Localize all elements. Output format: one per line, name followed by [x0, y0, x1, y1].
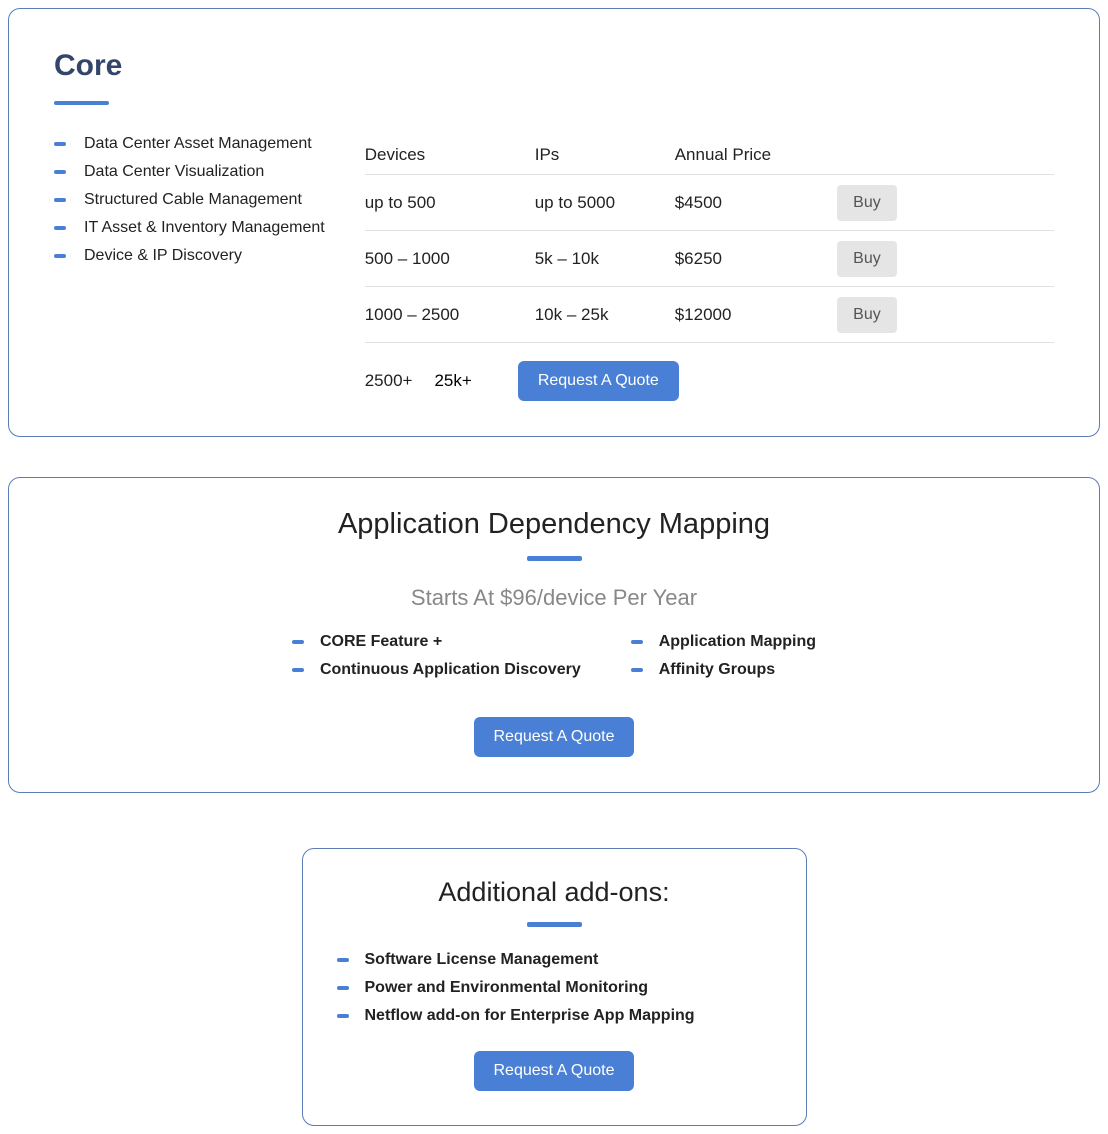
dash-icon: [337, 986, 349, 990]
col-price-header: Annual Price: [675, 145, 825, 165]
buy-button[interactable]: Buy: [837, 297, 897, 333]
list-item: Netflow add-on for Enterprise App Mappin…: [337, 1007, 772, 1025]
pricing-row: 500 – 1000 5k – 10k $6250 Buy: [365, 231, 1054, 287]
feature-label: Software License Management: [365, 951, 599, 969]
request-quote-button[interactable]: Request A Quote: [474, 1051, 635, 1091]
request-quote-button[interactable]: Request A Quote: [474, 717, 635, 757]
dash-icon: [54, 254, 66, 258]
addons-card: Additional add-ons: Software License Man…: [302, 848, 807, 1126]
dash-icon: [54, 198, 66, 202]
list-item: Affinity Groups: [631, 661, 816, 679]
pricing-row: 1000 – 2500 10k – 25k $12000 Buy: [365, 287, 1054, 343]
tier-devices: 500 – 1000: [365, 249, 535, 269]
list-item: Software License Management: [337, 951, 772, 969]
list-item: Power and Environmental Monitoring: [337, 979, 772, 997]
feature-label: Data Center Asset Management: [84, 135, 312, 153]
feature-label: Affinity Groups: [659, 661, 775, 679]
col-devices-header: Devices: [365, 145, 535, 165]
adm-subtitle: Starts At $96/device Per Year: [49, 585, 1059, 611]
pricing-row: up to 500 up to 5000 $4500 Buy: [365, 175, 1054, 231]
feature-label: Application Mapping: [659, 633, 816, 651]
dash-icon: [337, 958, 349, 962]
dash-icon: [54, 142, 66, 146]
adm-features: CORE Feature + Continuous Application Di…: [49, 633, 1059, 689]
pricing-table: Devices IPs Annual Price up to 500 up to…: [365, 135, 1054, 401]
adm-title: Application Dependency Mapping: [49, 508, 1059, 541]
list-item: IT Asset & Inventory Management: [54, 219, 325, 237]
buy-button[interactable]: Buy: [837, 241, 897, 277]
dash-icon: [631, 640, 643, 644]
adm-quote-wrap: Request A Quote: [49, 717, 1059, 757]
feature-label: Continuous Application Discovery: [320, 661, 581, 679]
feature-label: IT Asset & Inventory Management: [84, 219, 325, 237]
tier-price: $4500: [675, 193, 825, 213]
core-card: Core Data Center Asset Management Data C…: [8, 8, 1100, 437]
feature-label: Netflow add-on for Enterprise App Mappin…: [365, 1007, 695, 1025]
list-item: Continuous Application Discovery: [292, 661, 581, 679]
request-quote-button[interactable]: Request A Quote: [518, 361, 679, 401]
list-item: Structured Cable Management: [54, 191, 325, 209]
tier-price: $12000: [675, 305, 825, 325]
feature-label: CORE Feature +: [320, 633, 442, 651]
overflow-ips: 25k+: [434, 371, 471, 391]
pricing-header: Devices IPs Annual Price: [365, 135, 1054, 175]
dash-icon: [54, 226, 66, 230]
tier-devices: 1000 – 2500: [365, 305, 535, 325]
dash-icon: [54, 170, 66, 174]
buy-button[interactable]: Buy: [837, 185, 897, 221]
tier-price: $6250: [675, 249, 825, 269]
adm-feature-col-left: CORE Feature + Continuous Application Di…: [292, 633, 581, 689]
tier-ips: 5k – 10k: [535, 249, 675, 269]
col-ips-header: IPs: [535, 145, 675, 165]
feature-label: Device & IP Discovery: [84, 247, 242, 265]
dash-icon: [292, 640, 304, 644]
addons-title: Additional add-ons:: [337, 877, 772, 908]
addons-feature-list: Software License Management Power and En…: [337, 951, 772, 1025]
dash-icon: [292, 668, 304, 672]
feature-label: Data Center Visualization: [84, 163, 264, 181]
adm-card: Application Dependency Mapping Starts At…: [8, 477, 1100, 793]
quote-row: 2500+ 25k+ Request A Quote: [365, 343, 1054, 401]
adm-underline: [527, 556, 582, 561]
core-feature-list: Data Center Asset Management Data Center…: [54, 135, 325, 401]
core-underline: [54, 101, 109, 105]
dash-icon: [337, 1014, 349, 1018]
list-item: Device & IP Discovery: [54, 247, 325, 265]
core-title: Core: [54, 49, 1054, 83]
feature-label: Power and Environmental Monitoring: [365, 979, 649, 997]
core-body: Data Center Asset Management Data Center…: [54, 135, 1054, 401]
list-item: Data Center Visualization: [54, 163, 325, 181]
tier-ips: 10k – 25k: [535, 305, 675, 325]
addons-quote-wrap: Request A Quote: [337, 1051, 772, 1091]
list-item: Data Center Asset Management: [54, 135, 325, 153]
dash-icon: [631, 668, 643, 672]
adm-feature-col-right: Application Mapping Affinity Groups: [631, 633, 816, 689]
overflow-devices: 2500+: [365, 371, 413, 391]
addons-underline: [527, 922, 582, 927]
tier-ips: up to 5000: [535, 193, 675, 213]
tier-devices: up to 500: [365, 193, 535, 213]
list-item: CORE Feature +: [292, 633, 581, 651]
feature-label: Structured Cable Management: [84, 191, 302, 209]
list-item: Application Mapping: [631, 633, 816, 651]
